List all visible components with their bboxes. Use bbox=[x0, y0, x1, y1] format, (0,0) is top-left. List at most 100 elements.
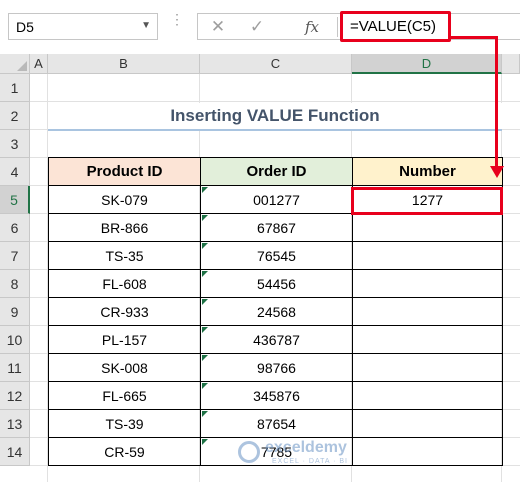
cell-value: 87654 bbox=[257, 415, 296, 432]
cell-value: 76545 bbox=[257, 247, 296, 264]
cell-number[interactable] bbox=[352, 409, 503, 438]
name-box[interactable]: D5 ▼ bbox=[8, 13, 158, 40]
formula-highlight-box bbox=[340, 11, 451, 42]
cell-value: 436787 bbox=[253, 331, 300, 348]
error-indicator-icon[interactable] bbox=[202, 327, 208, 333]
error-indicator-icon[interactable] bbox=[202, 411, 208, 417]
cell-order-id[interactable]: 54456 bbox=[200, 269, 353, 298]
header-number[interactable]: Number bbox=[352, 157, 503, 186]
error-indicator-icon[interactable] bbox=[202, 439, 208, 445]
cell-number[interactable] bbox=[352, 325, 503, 354]
sheet-title[interactable]: Inserting VALUE Function bbox=[48, 103, 502, 131]
cell-number[interactable] bbox=[352, 269, 503, 298]
row-header-11[interactable]: 11 bbox=[0, 354, 30, 382]
cell-value: FL-665 bbox=[102, 387, 147, 404]
cell-product-id[interactable]: TS-35 bbox=[48, 241, 201, 270]
row-header-1[interactable]: 1 bbox=[0, 74, 30, 102]
header-product-id[interactable]: Product ID bbox=[48, 157, 201, 186]
column-header-c[interactable]: C bbox=[200, 54, 352, 74]
cell-value: PL-157 bbox=[101, 331, 148, 348]
arrow-line bbox=[451, 36, 498, 39]
cell-order-id[interactable]: 98766 bbox=[200, 353, 353, 382]
column-header-d[interactable]: D bbox=[352, 54, 502, 74]
error-indicator-icon[interactable] bbox=[202, 355, 208, 361]
row-header-12[interactable]: 12 bbox=[0, 382, 30, 410]
cell-order-id[interactable]: 001277 bbox=[200, 185, 353, 214]
cell-value: 54456 bbox=[257, 275, 296, 292]
gridline bbox=[30, 101, 520, 102]
select-all-icon bbox=[17, 61, 27, 71]
cell-number[interactable] bbox=[352, 353, 503, 382]
cell-value: 345876 bbox=[253, 387, 300, 404]
column-header-a[interactable]: A bbox=[30, 54, 48, 74]
close-icon[interactable]: ✕ bbox=[204, 17, 232, 37]
cell-order-id[interactable]: 87654 bbox=[200, 409, 353, 438]
watermark-sub: EXCEL · DATA · BI bbox=[272, 458, 348, 465]
error-indicator-icon[interactable] bbox=[202, 243, 208, 249]
row-header-14[interactable]: 14 bbox=[0, 438, 30, 466]
cell-number[interactable] bbox=[352, 297, 503, 326]
row-header-8[interactable]: 8 bbox=[0, 270, 30, 298]
watermark-logo: exceldemy EXCEL · DATA · BI bbox=[238, 437, 388, 469]
cell-product-id[interactable]: FL-665 bbox=[48, 381, 201, 410]
select-all-corner[interactable] bbox=[0, 54, 30, 74]
cell-product-id[interactable]: SK-008 bbox=[48, 353, 201, 382]
row-header-9[interactable]: 9 bbox=[0, 298, 30, 326]
cell-product-id[interactable]: TS-39 bbox=[48, 409, 201, 438]
result-highlight-box bbox=[351, 187, 503, 215]
row-header-4[interactable]: 4 bbox=[0, 158, 30, 186]
cell-value: SK-008 bbox=[101, 359, 148, 376]
check-icon[interactable]: ✓ bbox=[243, 17, 271, 37]
cell-product-id[interactable]: CR-933 bbox=[48, 297, 201, 326]
cell-product-id[interactable]: BR-866 bbox=[48, 213, 201, 242]
cell-product-id[interactable]: SK-079 bbox=[48, 185, 201, 214]
cell-order-id[interactable]: 76545 bbox=[200, 241, 353, 270]
error-indicator-icon[interactable] bbox=[202, 187, 208, 193]
column-header-e[interactable] bbox=[502, 54, 520, 74]
table-row: CR-933 24568 bbox=[48, 297, 503, 326]
table-row: TS-39 87654 bbox=[48, 409, 503, 438]
table-row: SK-008 98766 bbox=[48, 353, 503, 382]
cell-product-id[interactable]: FL-608 bbox=[48, 269, 201, 298]
table-row: FL-665 345876 bbox=[48, 381, 503, 410]
row-header-10[interactable]: 10 bbox=[0, 326, 30, 354]
error-indicator-icon[interactable] bbox=[202, 215, 208, 221]
cell-order-id[interactable]: 436787 bbox=[200, 325, 353, 354]
row-header-3[interactable]: 3 bbox=[0, 130, 30, 158]
cell-order-id[interactable]: 24568 bbox=[200, 297, 353, 326]
row-header-7[interactable]: 7 bbox=[0, 242, 30, 270]
chevron-down-icon[interactable]: ▼ bbox=[141, 20, 151, 31]
cell-number[interactable] bbox=[352, 213, 503, 242]
cell-product-id[interactable]: PL-157 bbox=[48, 325, 201, 354]
cell-value: CR-933 bbox=[100, 303, 149, 320]
insert-function-icon[interactable]: fx bbox=[298, 17, 326, 37]
error-indicator-icon[interactable] bbox=[202, 383, 208, 389]
cell-number[interactable] bbox=[352, 381, 503, 410]
header-order-id[interactable]: Order ID bbox=[200, 157, 353, 186]
cell-product-id[interactable]: CR-59 bbox=[48, 437, 201, 466]
row-header-13[interactable]: 13 bbox=[0, 410, 30, 438]
table-row: TS-35 76545 bbox=[48, 241, 503, 270]
cell-value: 24568 bbox=[257, 303, 296, 320]
cell-order-id[interactable]: 67867 bbox=[200, 213, 353, 242]
column-header-b[interactable]: B bbox=[48, 54, 200, 74]
table-row: PL-157 436787 bbox=[48, 325, 503, 354]
error-indicator-icon[interactable] bbox=[202, 271, 208, 277]
table-row: BR-866 67867 bbox=[48, 213, 503, 242]
error-indicator-icon[interactable] bbox=[202, 299, 208, 305]
cell-value: 98766 bbox=[257, 359, 296, 376]
row-header-6[interactable]: 6 bbox=[0, 214, 30, 242]
arrow-head-icon bbox=[490, 166, 504, 178]
cell-value: CR-59 bbox=[104, 443, 145, 460]
logo-icon bbox=[238, 441, 260, 463]
arrow-line bbox=[495, 36, 498, 168]
row-header-5[interactable]: 5 bbox=[0, 186, 30, 214]
cell-value: BR-866 bbox=[100, 219, 149, 236]
cell-value: FL-608 bbox=[102, 275, 147, 292]
drag-handle-icon[interactable]: ⋮ bbox=[170, 12, 184, 39]
formula-bar: D5 ▼ ⋮ ✕ ✓ fx =VALUE(C5) bbox=[0, 0, 520, 54]
watermark-name: exceldemy bbox=[265, 439, 347, 456]
cell-number[interactable] bbox=[352, 241, 503, 270]
row-header-2[interactable]: 2 bbox=[0, 102, 30, 130]
cell-order-id[interactable]: 345876 bbox=[200, 381, 353, 410]
